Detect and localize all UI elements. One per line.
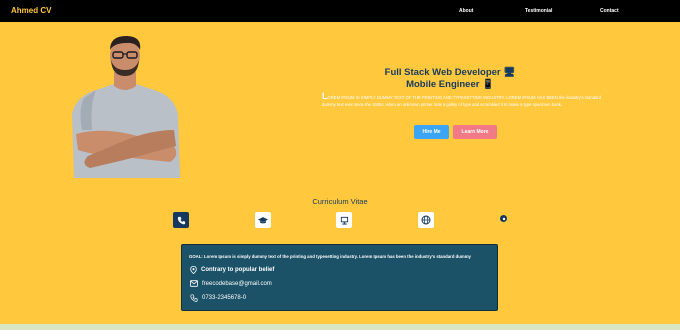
- hero-description-text: OREM IPSUM IS SIMPLY DUMMY TEXT OF THE P…: [322, 95, 602, 107]
- cv-section-title: Curriculum Vitae: [312, 197, 368, 206]
- location-text: Contrary to popular belief: [201, 267, 275, 273]
- profile-photo: [72, 36, 180, 178]
- navbar: Ahmed CV About Testimonial Contact: [0, 0, 680, 22]
- brand-logo-text[interactable]: Ahmed CV: [11, 6, 51, 15]
- desktop-icon: [340, 216, 348, 225]
- email-row: freecodebase@gmail.com: [190, 280, 272, 287]
- learn-more-button[interactable]: Learn More: [453, 125, 497, 139]
- graduation-cap-icon: [258, 216, 268, 223]
- hero-title-line2: Mobile Engineer 📱: [406, 79, 494, 90]
- phone-icon: [177, 216, 185, 224]
- cv-tab-contact[interactable]: [173, 212, 189, 228]
- location-row: Contrary to popular belief: [190, 266, 274, 274]
- globe-icon: [421, 215, 431, 225]
- nav-link-about[interactable]: About: [459, 8, 473, 14]
- phone-icon: [190, 294, 198, 302]
- circle-icon: [502, 217, 505, 220]
- location-pin-icon: [190, 266, 197, 274]
- nav-link-contact[interactable]: Contact: [600, 8, 619, 14]
- cv-tab-education[interactable]: [255, 212, 271, 228]
- goal-text: GOAL: Lorem Ipsum is simply dummy text o…: [189, 254, 471, 259]
- hire-me-button[interactable]: Hire Me: [414, 125, 449, 139]
- hero-title-line1: Full Stack Web Developer 🖥: [384, 67, 516, 78]
- page-bottom-strip: [0, 324, 680, 330]
- hero-description: LOREM IPSUM IS SIMPLY DUMMY TEXT OF THE …: [322, 92, 602, 108]
- email-text[interactable]: freecodebase@gmail.com: [202, 281, 272, 287]
- phone-row: 0733-2345678-0: [190, 294, 246, 302]
- nav-link-testimonial[interactable]: Testimonial: [525, 8, 552, 14]
- envelope-icon: [190, 280, 198, 287]
- cv-tab-skills[interactable]: [336, 212, 352, 228]
- contact-card: GOAL: Lorem Ipsum is simply dummy text o…: [181, 244, 498, 311]
- cv-tab-more[interactable]: [500, 215, 507, 222]
- phone-text[interactable]: 0733-2345678-0: [202, 295, 246, 301]
- cv-tab-languages[interactable]: [418, 212, 434, 228]
